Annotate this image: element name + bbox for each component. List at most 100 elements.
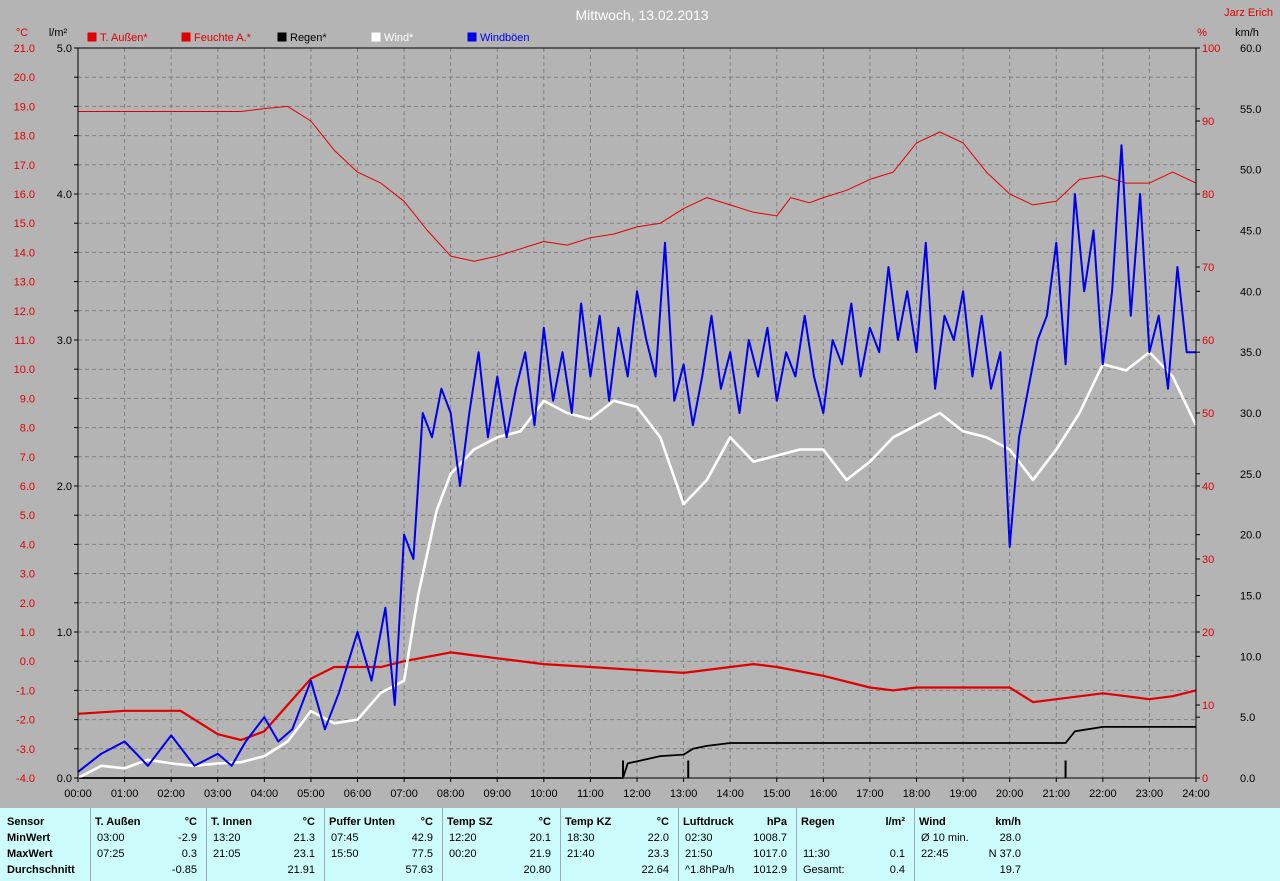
x-tick-label: 17:00 <box>856 788 884 800</box>
stats-column-unit: hPa <box>766 816 787 828</box>
stats-max-value: 23.1 <box>293 848 315 860</box>
x-tick-label: 04:00 <box>251 788 279 800</box>
temp-tick-label: 4.0 <box>20 539 35 551</box>
humidity-tick-label: 30 <box>1202 554 1214 566</box>
stats-column-title: Regen <box>801 816 835 828</box>
wind-axis-unit: km/h <box>1235 27 1259 39</box>
stats-max-value: 0.3 <box>181 848 197 860</box>
stats-min-time: 13:20 <box>213 832 241 844</box>
wind-tick-label: 0.0 <box>1240 773 1255 785</box>
stats-column-unit: °C <box>420 816 433 828</box>
stats-panel: Sensor MinWert MaxWert Durchschnitt T. Außen… <box>0 808 1280 881</box>
temp-tick-label: 6.0 <box>20 481 35 493</box>
x-tick-label: 11:00 <box>577 788 604 800</box>
legend-label: Wind* <box>384 32 414 44</box>
stats-max-value: 0.1 <box>889 848 905 860</box>
stats-column: T. Außen °C 03:00 -2.9 07:25 0.3 -0.85 <box>90 808 207 881</box>
stats-column: Regen l/m² 11:30 0.1 Gesamt: 0.4 <box>796 808 915 881</box>
watermark-text: Jarz Erich <box>1224 7 1273 19</box>
temp-tick-label: -3.0 <box>16 744 35 756</box>
stats-column-title: Wind <box>919 816 946 828</box>
stats-avg-value: 1012.9 <box>753 864 787 876</box>
stats-max-time: 21:05 <box>213 848 241 860</box>
x-tick-label: 14:00 <box>716 788 744 800</box>
temp-tick-label: 19.0 <box>14 101 35 113</box>
stats-avg-label: Gesamt: <box>803 864 845 876</box>
x-tick-label: 07:00 <box>390 788 418 800</box>
temp-tick-label: 14.0 <box>14 247 35 259</box>
stats-max-value: 21.9 <box>529 848 551 860</box>
wind-tick-label: 25.0 <box>1240 469 1261 481</box>
wind-tick-label: 40.0 <box>1240 286 1261 298</box>
temp-tick-label: -4.0 <box>16 773 35 785</box>
rain-tick-label: 4.0 <box>57 189 72 201</box>
x-tick-label: 15:00 <box>763 788 791 800</box>
temp-tick-label: 17.0 <box>14 160 35 172</box>
stats-min-value: 20.1 <box>529 832 551 844</box>
humidity-axis-unit: % <box>1197 27 1207 39</box>
rain-tick-label: 5.0 <box>57 43 72 55</box>
stats-avg-value: 21.91 <box>287 864 315 876</box>
humidity-tick-label: 60 <box>1202 335 1214 347</box>
temp-tick-label: 5.0 <box>20 510 35 522</box>
temp-tick-label: 0.0 <box>20 656 35 668</box>
stats-max-value: N 37.0 <box>988 848 1021 860</box>
chart-title: Mittwoch, 13.02.2013 <box>575 7 708 23</box>
stats-column: Wind km/h Ø 10 min. 28.0 22:45 N 37.0 19.7 <box>914 808 1031 881</box>
stats-column: Luftdruck hPa 02:30 1008.7 21:50 1017.0 ^1.8hP… <box>678 808 797 881</box>
rain-tick-label: 2.0 <box>57 481 72 493</box>
stats-min-time: 03:00 <box>97 832 125 844</box>
humidity-tick-label: 0 <box>1202 773 1208 785</box>
rain-tick-label: 1.0 <box>57 627 72 639</box>
stats-min-time: 12:20 <box>449 832 477 844</box>
x-tick-label: 18:00 <box>903 788 931 800</box>
stats-column: Puffer Unten °C 07:45 42.9 15:50 77.5 57.63 <box>324 808 443 881</box>
wind-tick-label: 55.0 <box>1240 104 1261 116</box>
grid <box>78 48 1196 778</box>
x-tick-label: 24:00 <box>1182 788 1210 800</box>
stats-column-title: T. Innen <box>211 816 252 828</box>
stats-column-unit: °C <box>656 816 669 828</box>
stats-max-value: 1017.0 <box>753 848 787 860</box>
temp-tick-label: 15.0 <box>14 218 35 230</box>
legend-swatch <box>87 32 97 42</box>
wind-tick-label: 30.0 <box>1240 408 1261 420</box>
stats-max-value: 23.3 <box>647 848 669 860</box>
legend-swatch <box>277 32 287 42</box>
stats-max-time: 21:40 <box>567 848 595 860</box>
stats-avg-value: 20.80 <box>523 864 551 876</box>
humidity-tick-label: 40 <box>1202 481 1214 493</box>
stats-min-value: -2.9 <box>178 832 197 844</box>
x-tick-label: 21:00 <box>1042 788 1070 800</box>
temp-tick-label: 18.0 <box>14 131 35 143</box>
humidity-tick-label: 100 <box>1202 43 1220 55</box>
weather-chart: Mittwoch, 13.02.2013 Jarz Erich °C l/m² … <box>14 7 1273 800</box>
stats-row-label: MaxWert <box>7 848 53 860</box>
temp-tick-label: 3.0 <box>20 569 35 581</box>
legend-swatch <box>467 32 477 42</box>
humidity-tick-label: 80 <box>1202 189 1214 201</box>
temp-tick-label: -1.0 <box>16 685 35 697</box>
stats-max-time: 07:25 <box>97 848 125 860</box>
stats-column-title: T. Außen <box>95 816 141 828</box>
stats-column: T. Innen °C 13:20 21.3 21:05 23.1 21.91 <box>206 808 325 881</box>
stats-max-time: 22:45 <box>921 848 949 860</box>
temp-tick-label: 2.0 <box>20 598 35 610</box>
stats-column: Temp SZ °C 12:20 20.1 00:20 21.9 20.80 <box>442 808 561 881</box>
temp-tick-label: 13.0 <box>14 277 35 289</box>
rain-axis-unit: l/m² <box>49 27 68 39</box>
temp-tick-label: 11.0 <box>14 335 35 347</box>
x-tick-label: 16:00 <box>810 788 838 800</box>
stats-max-time: 11:30 <box>803 848 830 860</box>
x-tick-label: 03:00 <box>204 788 232 800</box>
wind-tick-label: 35.0 <box>1240 347 1261 359</box>
stats-min-value: 1008.7 <box>753 832 787 844</box>
legend-label: Feuchte A.* <box>194 32 252 44</box>
legend-label: Windböen <box>480 32 530 44</box>
legend-label: Regen* <box>290 32 327 44</box>
stats-column: Temp KZ °C 18:30 22.0 21:40 23.3 22.64 <box>560 808 679 881</box>
stats-min-time: 02:30 <box>685 832 713 844</box>
x-tick-label: 19:00 <box>949 788 977 800</box>
humidity-tick-label: 50 <box>1202 408 1214 420</box>
stats-max-time: 21:50 <box>685 848 713 860</box>
